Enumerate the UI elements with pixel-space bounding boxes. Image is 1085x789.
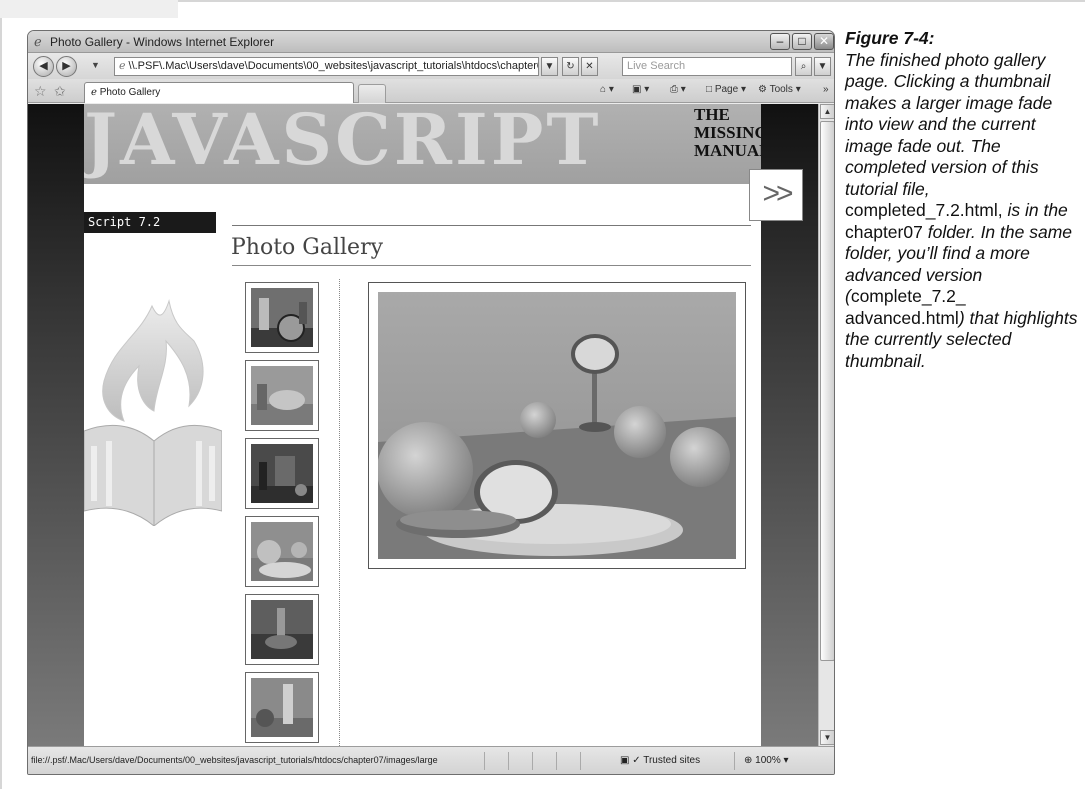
status-url: file://.psf/.Mac/Users/dave/Documents/00… xyxy=(31,755,438,765)
title-bar: ℯ Photo Gallery - Windows Internet Explo… xyxy=(28,31,834,53)
address-text: \\.PSF\.Mac\Users\dave\Documents\00_webs… xyxy=(128,60,538,72)
minimize-button[interactable]: – xyxy=(770,33,790,50)
thumbnail-6[interactable] xyxy=(245,672,319,743)
page-menu[interactable]: □ Page ▾ xyxy=(706,84,746,95)
status-divider xyxy=(556,752,557,770)
address-dropdown-button[interactable]: ▼ xyxy=(541,57,558,76)
browser-window: ℯ Photo Gallery - Windows Internet Explo… xyxy=(27,30,835,775)
window-title: Photo Gallery - Windows Internet Explore… xyxy=(50,35,275,49)
site-banner: JAVASCRIPT THE MISSING MANUAL xyxy=(84,104,761,184)
caption-code-1: completed_7.2.html, xyxy=(845,200,1003,220)
ie-logo-icon: ℯ xyxy=(34,34,42,49)
brand-line-3: MANUAL xyxy=(694,141,761,160)
status-divider xyxy=(484,752,485,770)
page-viewport: JAVASCRIPT THE MISSING MANUAL >> Script … xyxy=(28,104,818,746)
search-button[interactable]: ⌕ xyxy=(795,57,812,76)
thumbnail-2[interactable] xyxy=(245,360,319,431)
zoom-level: 100% xyxy=(755,755,781,766)
close-button[interactable]: ✕ xyxy=(814,33,834,50)
large-image-frame xyxy=(368,282,746,569)
page-icon: ℯ xyxy=(119,60,126,72)
scroll-thumb[interactable] xyxy=(820,121,834,661)
back-button[interactable]: ◀ xyxy=(33,56,54,77)
scroll-up-button[interactable]: ▲ xyxy=(820,104,834,119)
flaming-book-icon xyxy=(84,299,222,526)
maximize-button[interactable]: □ xyxy=(792,33,812,50)
stop-button[interactable]: ✕ xyxy=(581,57,598,76)
arrow-logo-icon: >> xyxy=(749,169,803,221)
large-photo xyxy=(377,292,736,559)
feeds-icon[interactable]: ▣ ▾ xyxy=(632,84,649,95)
thumbnail-4[interactable] xyxy=(245,516,319,587)
protected-mode-icon: ▣ xyxy=(620,755,630,766)
brand-line-2: MISSING xyxy=(694,123,761,142)
address-field[interactable]: ℯ \\.PSF\.Mac\Users\dave\Documents\00_web… xyxy=(114,57,539,76)
thumbnail-image xyxy=(251,678,313,737)
zoom-icon: ⊕ xyxy=(744,755,753,766)
thumbnail-image xyxy=(251,444,313,503)
figure-label: Figure 7-4: xyxy=(845,28,935,48)
tools-menu[interactable]: ⚙ Tools ▾ xyxy=(758,84,801,95)
thumbnail-3[interactable] xyxy=(245,438,319,509)
caption-code-2: chapter07 xyxy=(845,221,923,242)
thumbnail-image xyxy=(251,522,313,581)
search-input[interactable]: Live Search xyxy=(622,57,792,76)
caption-text-1: The finished photo gallery page. Clickin… xyxy=(845,49,1053,199)
page-menu-label: Page xyxy=(714,84,739,95)
status-divider xyxy=(734,752,735,770)
page-corner-tab xyxy=(0,0,178,18)
recent-pages-dropdown[interactable]: ▼ xyxy=(91,60,100,70)
caption-text-2: is in the xyxy=(1007,200,1068,220)
favorites-star-icon[interactable]: ☆ xyxy=(34,83,47,100)
left-dark-border xyxy=(28,104,84,746)
script-label: Script 7.2 xyxy=(84,212,216,233)
trusted-check-icon: ✓ xyxy=(632,755,641,766)
security-zone[interactable]: ▣ ✓ Trusted sites xyxy=(620,755,700,766)
zoom-dropdown-icon: ▾ xyxy=(783,755,789,766)
forward-button[interactable]: ▶ xyxy=(56,56,77,77)
zone-label: Trusted sites xyxy=(643,755,701,766)
title-rule xyxy=(232,265,751,266)
status-divider xyxy=(580,752,581,770)
tab-title: Photo Gallery xyxy=(99,87,161,98)
banner-logo-text: JAVASCRIPT xyxy=(84,104,602,181)
add-favorites-icon[interactable]: ✩ xyxy=(54,83,66,100)
home-icon[interactable]: ⌂ ▾ xyxy=(600,84,614,95)
scroll-down-button[interactable]: ▼ xyxy=(820,730,834,745)
new-tab-button[interactable] xyxy=(358,84,386,103)
status-bar: file://.psf/.Mac/Users/dave/Documents/00… xyxy=(28,746,834,774)
thumbnail-5[interactable] xyxy=(245,594,319,665)
thumbnail-image xyxy=(251,366,313,425)
thumbnail-divider xyxy=(339,279,340,746)
tools-menu-label: Tools xyxy=(769,84,793,95)
print-icon[interactable]: ⎙ ▾ xyxy=(670,84,686,95)
thumbnail-list xyxy=(245,282,319,746)
more-commands-icon[interactable]: » xyxy=(823,84,829,95)
header-rule xyxy=(232,225,751,226)
status-divider xyxy=(532,752,533,770)
vertical-scrollbar[interactable]: ▲ ▼ xyxy=(818,104,834,746)
thumbnail-image xyxy=(251,600,313,659)
tab-page-icon: ℯ xyxy=(91,87,97,98)
thumbnail-image xyxy=(251,288,313,347)
status-divider xyxy=(508,752,509,770)
brand-line-1: THE xyxy=(694,105,730,124)
page-sidebar: Script 7.2 xyxy=(84,184,222,746)
page-title: Photo Gallery xyxy=(231,235,384,260)
tab-photo-gallery[interactable]: ℯ Photo Gallery xyxy=(84,82,354,103)
missing-manual-logo: THE MISSING MANUAL xyxy=(694,106,761,160)
refresh-button[interactable]: ↻ xyxy=(562,57,579,76)
caption-code-3: complete_7.2_ advanced.html xyxy=(845,286,966,328)
search-options-button[interactable]: ▼ xyxy=(814,57,831,76)
page-left-rule xyxy=(0,0,2,789)
zoom-control[interactable]: ⊕ 100% ▾ xyxy=(744,755,789,766)
thumbnail-1[interactable] xyxy=(245,282,319,353)
address-bar-row: ◀ ▶ ▼ ℯ \\.PSF\.Mac\Users\dave\Documents\… xyxy=(28,53,834,79)
figure-caption: Figure 7-4: The finished photo gallery p… xyxy=(845,28,1083,372)
tab-bar: ☆ ✩ ℯ Photo Gallery ⌂ ▾ ▣ ▾ ⎙ ▾ □ Page ▾… xyxy=(28,79,834,103)
